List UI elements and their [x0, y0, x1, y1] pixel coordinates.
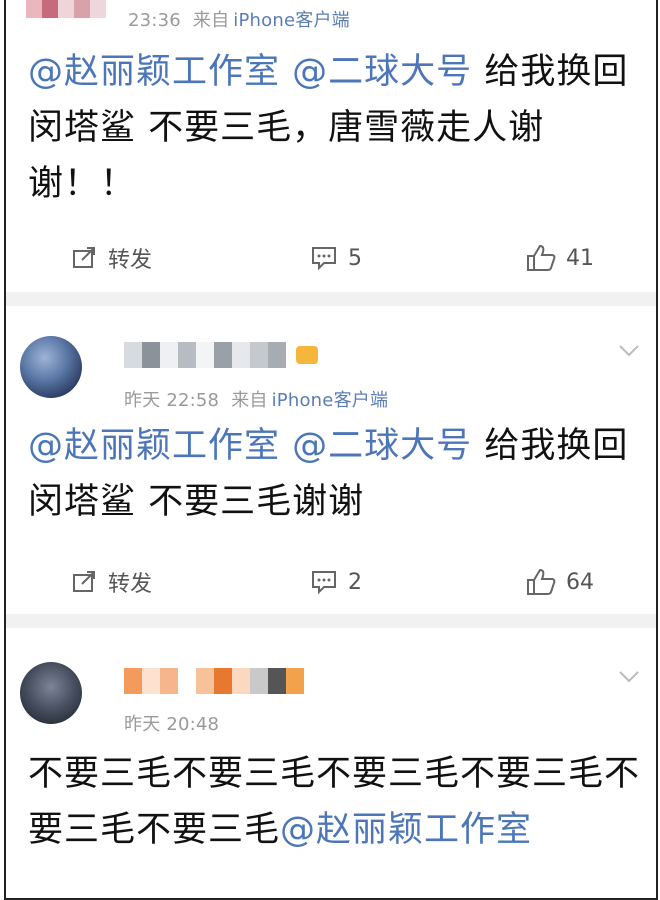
weibo-feed: 23:36 来自 iPhone客户端 @赵丽颖工作室 @二球大号 给我换回闵塔鲨 不…: [4, 0, 658, 900]
like-count: 41: [566, 245, 594, 271]
repost-icon: [73, 247, 95, 268]
post-3: 昨天 20:48 不要三毛不要三毛不要三毛不要三毛不要三毛不要三毛@赵丽颖工作室: [6, 628, 656, 898]
source-label: 来自: [192, 10, 230, 31]
mention-link[interactable]: @二球大号: [292, 52, 472, 92]
post-time: 昨天 20:48: [124, 714, 220, 735]
source-app-link[interactable]: iPhone客户端: [233, 10, 350, 31]
post-meta: 昨天 22:58 来自 iPhone客户端: [124, 386, 388, 412]
post-content: @赵丽颖工作室 @二球大号 给我换回闵塔鲨 不要三毛，唐雪薇走人谢谢！！: [28, 44, 640, 212]
post-2: 昨天 22:58 来自 iPhone客户端 @赵丽颖工作室 @二球大号 给我换回闵塔…: [6, 306, 656, 614]
action-bar: 转发 2 64: [6, 560, 656, 604]
post-time: 昨天 22:58: [124, 390, 220, 411]
post-meta: 23:36 来自 iPhone客户端: [128, 6, 350, 32]
comment-icon: [312, 247, 336, 271]
comment-count: 2: [348, 569, 362, 595]
post-1: 23:36 来自 iPhone客户端 @赵丽颖工作室 @二球大号 给我换回闵塔鲨 不…: [6, 0, 656, 292]
comment-count: 5: [348, 245, 362, 271]
mention-link[interactable]: @赵丽颖工作室: [28, 52, 280, 92]
avatar[interactable]: [20, 662, 82, 724]
like-icon: [527, 244, 556, 271]
post-divider: [6, 614, 656, 628]
comment-button[interactable]: 5: [310, 236, 362, 280]
comment-icon: [312, 571, 336, 595]
like-button[interactable]: 64: [526, 560, 594, 604]
post-meta: 昨天 20:48: [124, 710, 219, 736]
like-icon: [527, 568, 556, 595]
repost-button[interactable]: 转发: [72, 560, 152, 604]
post-divider: [6, 292, 656, 306]
chevron-down-icon[interactable]: [618, 670, 640, 684]
mention-link[interactable]: @二球大号: [292, 426, 472, 466]
username-mosaic-3: [124, 668, 304, 694]
repost-label: 转发: [108, 572, 153, 597]
mention-link[interactable]: @赵丽颖工作室: [280, 810, 532, 850]
post-time: 23:36: [128, 10, 181, 31]
mention-link[interactable]: @赵丽颖工作室: [28, 426, 280, 466]
post-content: 不要三毛不要三毛不要三毛不要三毛不要三毛不要三毛@赵丽颖工作室: [28, 746, 640, 858]
repost-button[interactable]: 转发: [72, 236, 152, 280]
username-mosaic-2: [124, 342, 286, 368]
repost-label: 转发: [108, 248, 153, 273]
post-content: @赵丽颖工作室 @二球大号 给我换回闵塔鲨 不要三毛谢谢: [28, 418, 640, 530]
username-mosaic-1: [26, 0, 116, 18]
source-app-link[interactable]: iPhone客户端: [272, 390, 389, 411]
comment-button[interactable]: 2: [310, 560, 362, 604]
chevron-down-icon[interactable]: [618, 344, 640, 358]
avatar[interactable]: [20, 336, 82, 398]
repost-icon: [73, 571, 95, 592]
like-count: 64: [566, 569, 594, 595]
like-button[interactable]: 41: [526, 236, 594, 280]
action-bar: 转发 5 41: [6, 236, 656, 280]
source-label: 来自: [231, 390, 268, 411]
vip-badge-icon: [296, 346, 318, 364]
